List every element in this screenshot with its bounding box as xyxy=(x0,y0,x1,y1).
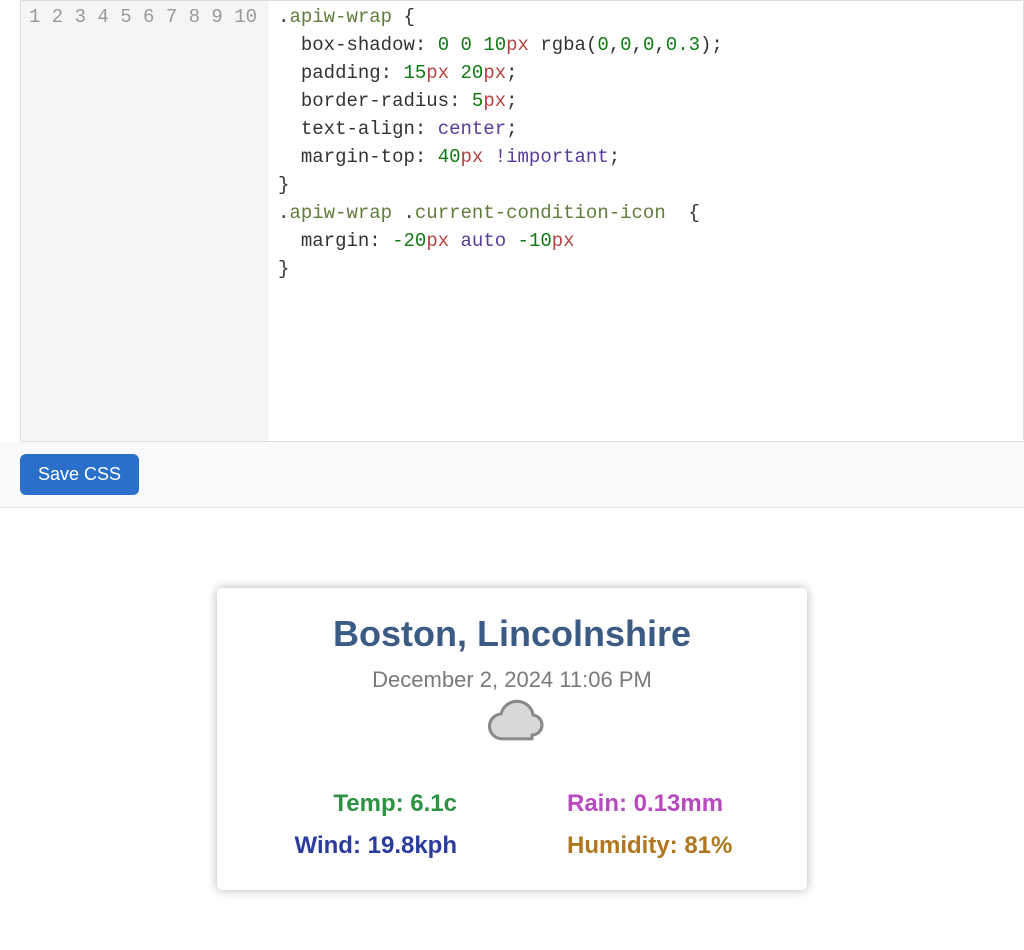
humidity-value: Humidity: 81% xyxy=(567,832,742,860)
wind-value: Wind: 19.8kph xyxy=(282,832,457,860)
code-content[interactable]: .apiw-wrap { box-shadow: 0 0 10px rgba(0… xyxy=(268,1,723,441)
save-row: Save CSS xyxy=(0,442,1024,508)
code-area[interactable]: 1 2 3 4 5 6 7 8 9 10 .apiw-wrap { box-sh… xyxy=(21,1,1023,441)
rain-value: Rain: 0.13mm xyxy=(567,790,742,818)
temp-value: Temp: 6.1c xyxy=(282,790,457,818)
weather-location: Boston, Lincolnshire xyxy=(237,613,787,655)
save-css-button[interactable]: Save CSS xyxy=(20,454,139,495)
weather-data-grid: Temp: 6.1c Rain: 0.13mm Wind: 19.8kph Hu… xyxy=(282,790,742,860)
preview-area: Boston, Lincolnshire December 2, 2024 11… xyxy=(0,548,1024,950)
line-number-gutter: 1 2 3 4 5 6 7 8 9 10 xyxy=(21,1,268,441)
cloud-icon xyxy=(472,685,552,770)
css-editor-panel: 1 2 3 4 5 6 7 8 9 10 .apiw-wrap { box-sh… xyxy=(20,0,1024,442)
weather-widget: Boston, Lincolnshire December 2, 2024 11… xyxy=(217,588,807,890)
